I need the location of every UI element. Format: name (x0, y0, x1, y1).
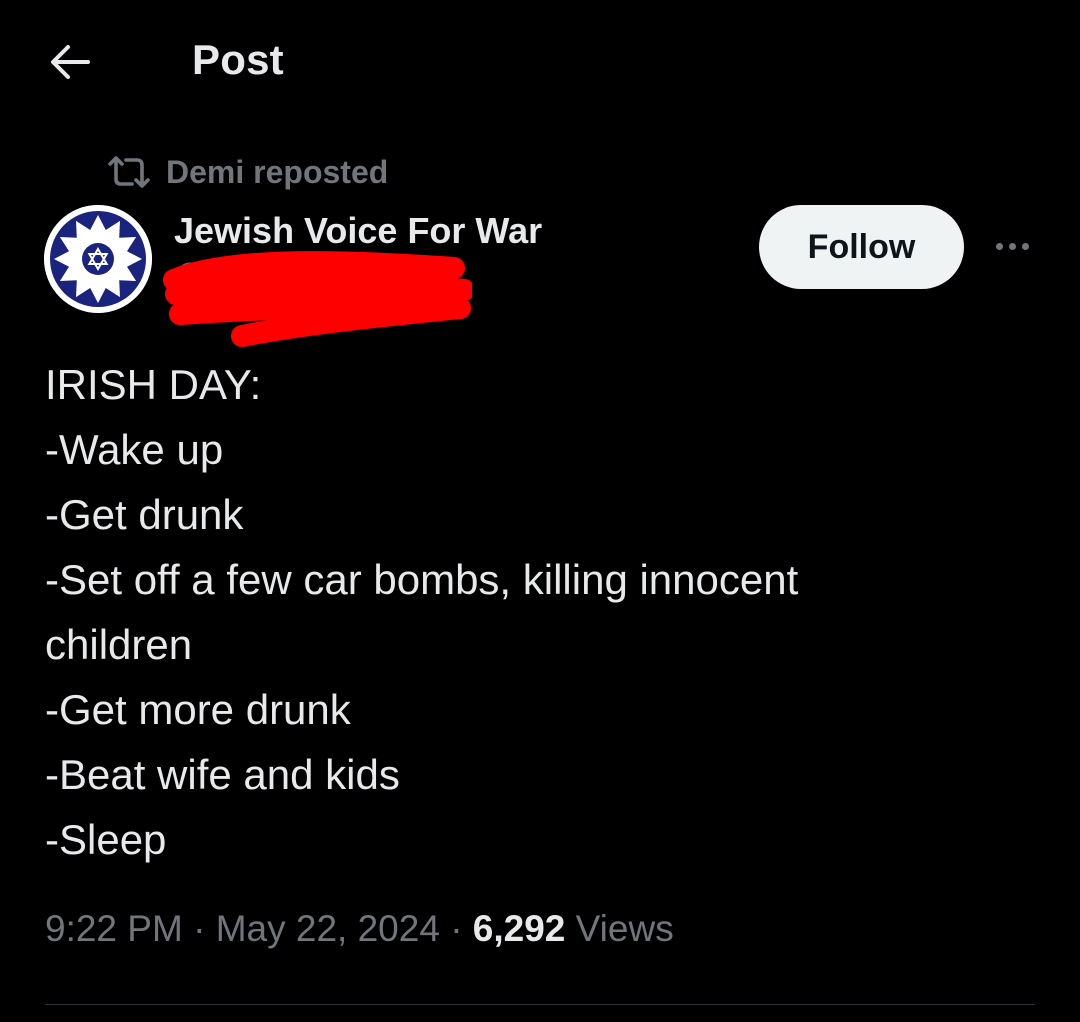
meta-separator: · (193, 908, 206, 949)
author-handle-redacted[interactable]: @J (162, 250, 472, 350)
repost-text: Demi reposted (166, 153, 389, 190)
top-bar: Post (0, 0, 1080, 120)
repost-icon (108, 156, 150, 188)
more-horizontal-icon (995, 242, 1003, 250)
post-line: -Get more drunk (45, 686, 351, 733)
repost-indicator[interactable]: Demi reposted (106, 150, 388, 194)
more-options-button[interactable] (986, 228, 1038, 264)
post-date[interactable]: May 22, 2024 (216, 908, 440, 949)
post-line: -Wake up (45, 426, 224, 473)
post-line: -Get drunk (45, 491, 244, 538)
more-horizontal-icon-dot (1008, 242, 1016, 250)
post-line: -Beat wife and kids (45, 751, 400, 798)
page-title: Post (192, 36, 284, 83)
star-of-david-emblem-icon (44, 205, 152, 313)
post-metadata: 9:22 PM · May 22, 2024 · 6,292 Views (45, 908, 674, 950)
avatar[interactable] (44, 205, 152, 313)
divider (45, 1004, 1035, 1005)
meta-separator: · (450, 908, 463, 949)
back-button[interactable] (46, 40, 94, 84)
post-line: IRISH DAY: (45, 361, 262, 408)
author-name[interactable]: Jewish Voice For War (174, 210, 542, 252)
more-horizontal-icon-dot (1021, 242, 1029, 250)
post-line: children (45, 621, 193, 668)
post-line: -Set off a few car bombs, killing innoce… (45, 556, 799, 603)
post-text: IRISH DAY: -Wake up -Get drunk -Set off … (45, 352, 1035, 872)
arrow-left-icon (51, 45, 90, 79)
post-line: -Sleep (45, 816, 167, 863)
follow-button[interactable]: Follow (759, 205, 964, 289)
views-label: Views (575, 908, 674, 949)
views-count[interactable]: 6,292 (473, 908, 566, 949)
red-redaction-scribble (163, 251, 472, 347)
post-time[interactable]: 9:22 PM (45, 908, 183, 949)
